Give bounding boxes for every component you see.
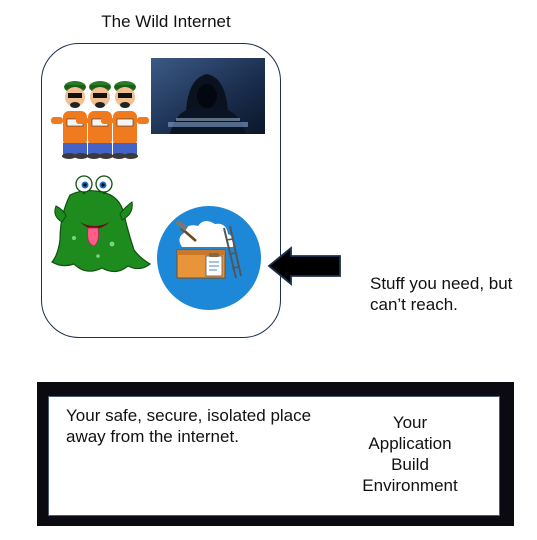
environment-description: Your safe, secure, isolated place away f… <box>66 406 312 446</box>
badge-line-2: Application <box>368 434 452 453</box>
badge-line-4: Environment <box>362 476 458 495</box>
green-monster-icon <box>51 175 152 273</box>
left-arrow-icon <box>267 246 341 286</box>
badge-line-3: Build <box>391 455 429 474</box>
hooded-hacker-icon <box>151 58 265 134</box>
badge-label: Your Application Build Environment <box>340 412 480 496</box>
beagle-boys-icon <box>51 81 149 159</box>
cloud-build-toolbox-icon <box>157 206 261 310</box>
badge-line-1: Your <box>392 413 428 432</box>
callout-text: Stuff you need, but can’t reach. <box>370 274 513 314</box>
